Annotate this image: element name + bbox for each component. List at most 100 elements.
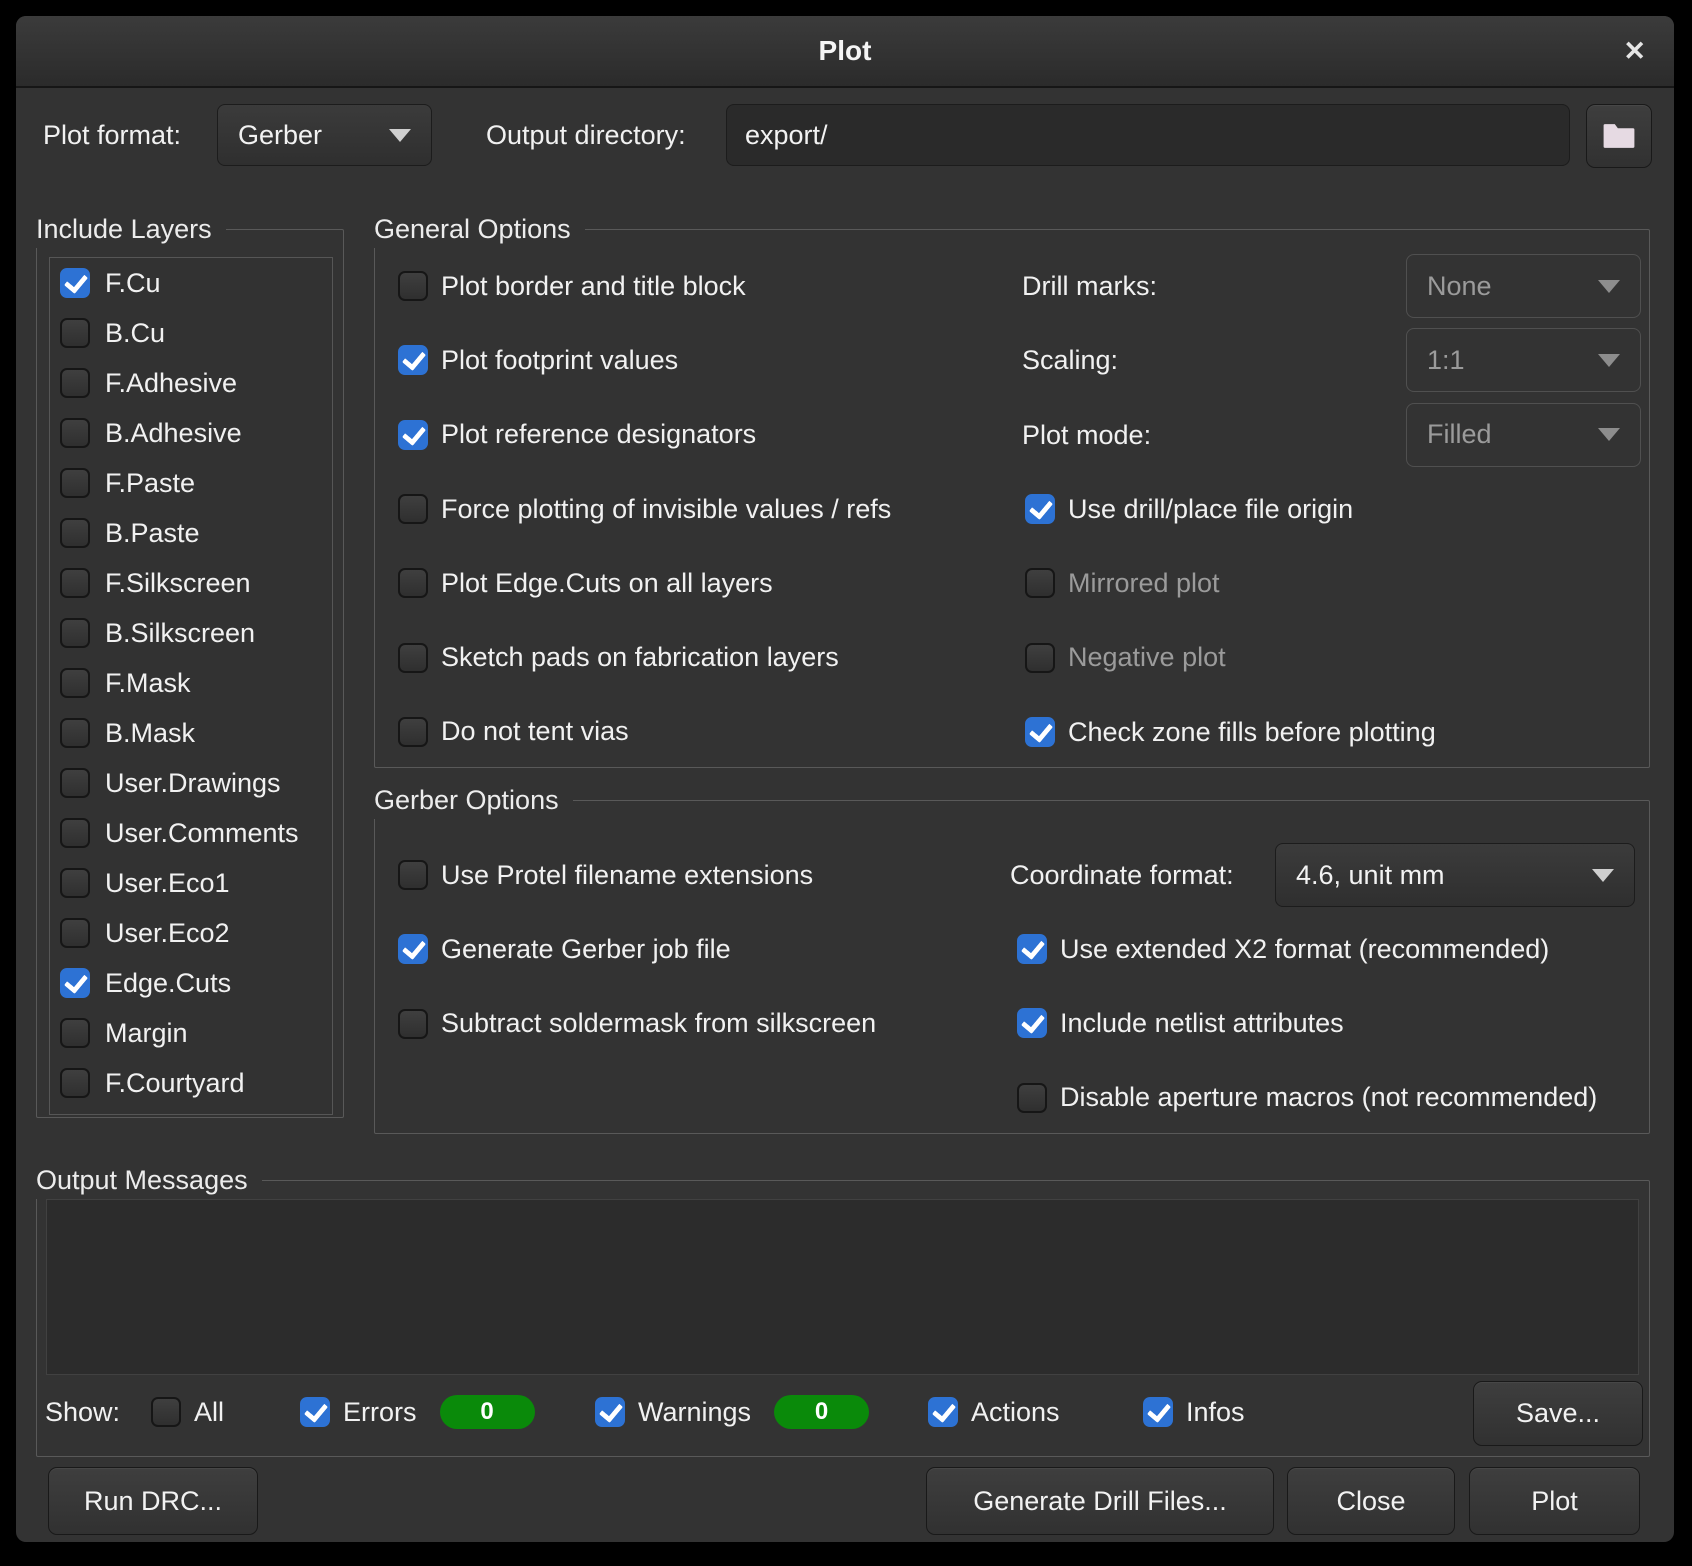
option-label: Negative plot — [1068, 642, 1226, 673]
general-options-group: General Options Plot border and title bl… — [374, 229, 1650, 768]
general-right-checks: Use drill/place file origin Mirrored plo… — [1025, 472, 1436, 769]
filter-label: Actions — [971, 1397, 1060, 1428]
titlebar[interactable]: Plot ✕ — [16, 16, 1674, 88]
option-label: Use Protel filename extensions — [441, 860, 813, 891]
option-checkbox[interactable] — [398, 934, 428, 964]
plot-button[interactable]: Plot — [1469, 1467, 1640, 1535]
option-checkbox[interactable] — [1017, 1008, 1047, 1038]
option-label: Check zone fills before plotting — [1068, 717, 1436, 748]
dropdown-label: Drill marks: — [1022, 249, 1157, 323]
filter-checkbox[interactable] — [151, 1397, 181, 1427]
option-row: Sketch pads on fabrication layers — [398, 620, 891, 694]
option-label: Include netlist attributes — [1060, 1008, 1344, 1039]
layer-checkbox[interactable] — [60, 268, 90, 298]
layer-checkbox[interactable] — [60, 518, 90, 548]
layer-checkbox[interactable] — [60, 418, 90, 448]
layer-checkbox[interactable] — [60, 818, 90, 848]
option-row: Use extended X2 format (recommended) — [1017, 912, 1597, 986]
option-label: Use extended X2 format (recommended) — [1060, 934, 1549, 965]
include-layers-group: Include Layers F.Cu B.Cu F.Adhesive — [36, 229, 344, 1118]
option-checkbox[interactable] — [1025, 643, 1055, 673]
filter-checkbox[interactable] — [595, 1397, 625, 1427]
layer-checkbox[interactable] — [60, 718, 90, 748]
layer-label: Margin — [105, 1018, 188, 1049]
option-row: Negative plot — [1025, 621, 1436, 695]
layer-row: B.Mask — [50, 708, 332, 758]
option-label: Plot Edge.Cuts on all layers — [441, 568, 773, 599]
output-messages-group: Output Messages Show: All Errors 0 — [36, 1180, 1650, 1457]
layer-checkbox[interactable] — [60, 668, 90, 698]
plot-format-dropdown[interactable]: Gerber — [217, 104, 432, 166]
layer-label: User.Comments — [105, 818, 299, 849]
dropdown-label: Plot mode: — [1022, 398, 1151, 472]
chevron-down-icon — [1598, 428, 1620, 441]
layer-label: B.Paste — [105, 518, 200, 549]
option-row: Use drill/place file origin — [1025, 472, 1436, 546]
generate-drill-files-button[interactable]: Generate Drill Files... — [926, 1467, 1274, 1535]
layer-row: F.Courtyard — [50, 1058, 332, 1108]
option-checkbox[interactable] — [398, 568, 428, 598]
option-checkbox[interactable] — [398, 1009, 428, 1039]
option-checkbox[interactable] — [1025, 717, 1055, 747]
layer-checkbox[interactable] — [60, 568, 90, 598]
close-icon[interactable]: ✕ — [1623, 16, 1646, 86]
option-checkbox[interactable] — [398, 271, 428, 301]
option-checkbox[interactable] — [1017, 1083, 1047, 1113]
coordinate-format-value: 4.6, unit mm — [1296, 860, 1445, 891]
filter-item: Infos — [1143, 1380, 1245, 1444]
option-checkbox[interactable] — [398, 420, 428, 450]
layer-label: F.Silkscreen — [105, 568, 251, 599]
filter-checkbox[interactable] — [928, 1397, 958, 1427]
browse-folder-button[interactable] — [1586, 104, 1652, 168]
layer-checkbox[interactable] — [60, 368, 90, 398]
dropdown-value: 1:1 — [1427, 345, 1465, 376]
layer-checkbox[interactable] — [60, 768, 90, 798]
option-label: Sketch pads on fabrication layers — [441, 642, 839, 673]
layer-checkbox[interactable] — [60, 918, 90, 948]
option-checkbox[interactable] — [398, 860, 428, 890]
layer-row: F.Cu — [50, 258, 332, 308]
layer-label: B.Adhesive — [105, 418, 242, 449]
option-row: Plot border and title block — [398, 249, 891, 323]
close-button[interactable]: Close — [1287, 1467, 1455, 1535]
option-checkbox[interactable] — [398, 345, 428, 375]
option-checkbox[interactable] — [1025, 568, 1055, 598]
run-drc-button[interactable]: Run DRC... — [48, 1467, 258, 1535]
layer-checkbox[interactable] — [60, 968, 90, 998]
layer-checkbox[interactable] — [60, 618, 90, 648]
layer-checkbox[interactable] — [60, 1018, 90, 1048]
option-label: Plot footprint values — [441, 345, 678, 376]
option-row: Include netlist attributes — [1017, 986, 1597, 1060]
layer-checkbox[interactable] — [60, 1068, 90, 1098]
layer-row: User.Comments — [50, 808, 332, 858]
option-dropdown: None — [1406, 254, 1641, 318]
option-checkbox[interactable] — [398, 717, 428, 747]
layer-label: B.Mask — [105, 718, 195, 749]
save-button[interactable]: Save... — [1473, 1381, 1643, 1446]
layer-checkbox[interactable] — [60, 468, 90, 498]
filter-checkbox[interactable] — [1143, 1397, 1173, 1427]
option-checkbox[interactable] — [1025, 494, 1055, 524]
option-checkbox[interactable] — [398, 643, 428, 673]
dialog-title: Plot — [16, 16, 1674, 86]
include-layers-list[interactable]: F.Cu B.Cu F.Adhesive B.Adhesive — [49, 257, 333, 1115]
layer-label: F.Cu — [105, 268, 161, 299]
filter-checkbox[interactable] — [300, 1397, 330, 1427]
plot-format-label: Plot format: — [43, 104, 181, 166]
layer-checkbox[interactable] — [60, 318, 90, 348]
filter-item: Errors 0 — [300, 1380, 535, 1444]
layer-checkbox[interactable] — [60, 868, 90, 898]
gerber-options-title: Gerber Options — [374, 781, 573, 819]
output-messages-area[interactable] — [46, 1199, 1639, 1375]
coordinate-format-row: Coordinate format: 4.6, unit mm — [1010, 838, 1641, 912]
option-checkbox[interactable] — [1017, 934, 1047, 964]
option-label: Subtract soldermask from silkscreen — [441, 1008, 876, 1039]
option-label: Generate Gerber job file — [441, 934, 731, 965]
option-row: Check zone fills before plotting — [1025, 695, 1436, 769]
layer-row: F.Silkscreen — [50, 558, 332, 608]
option-checkbox[interactable] — [398, 494, 428, 524]
dropdown-value: Filled — [1427, 419, 1492, 450]
coordinate-format-dropdown[interactable]: 4.6, unit mm — [1275, 843, 1635, 907]
gerber-left-checks: Use Protel filename extensions Generate … — [398, 838, 876, 1061]
output-directory-input[interactable]: export/ — [726, 104, 1570, 166]
